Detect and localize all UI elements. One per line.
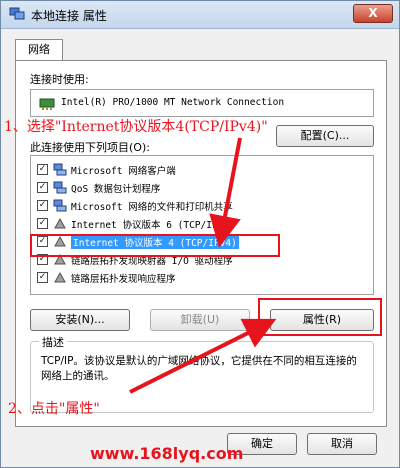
protocol-icon	[54, 271, 66, 283]
configure-button[interactable]: 配置(C)...	[276, 125, 374, 147]
file-share-icon	[53, 199, 67, 212]
list-item[interactable]: ✓ Microsoft 网络的文件和打印机共享	[37, 198, 367, 214]
checkbox[interactable]: ✓	[37, 218, 48, 229]
list-item-label: Internet 协议版本 6 (TCP/IPv6)	[71, 220, 235, 231]
qos-icon	[53, 181, 67, 194]
tab-network[interactable]: 网络	[15, 39, 63, 61]
site-watermark: www.168lyq.com	[90, 444, 244, 463]
description-text: TCP/IP。该协议是默认的广域网络协议，它提供在不同的相互连接的网络上的通讯。	[41, 355, 357, 382]
list-item-label: Microsoft 网络的文件和打印机共享	[71, 202, 233, 213]
install-button[interactable]: 安装(N)...	[30, 309, 130, 331]
window-title: 本地连接 属性	[31, 9, 107, 23]
list-item-label: 链路层拓扑发现响应程序	[71, 274, 176, 285]
highlight-ipv4-box	[30, 234, 280, 257]
list-item-label: Microsoft 网络客户端	[71, 166, 176, 177]
protocol-icon	[54, 217, 66, 229]
checkbox[interactable]: ✓	[37, 200, 48, 211]
annotation-step2: 2、点击"属性"	[8, 401, 100, 417]
connect-using-label: 连接时使用:	[30, 73, 89, 86]
network-connection-icon	[9, 7, 25, 20]
uninstall-button[interactable]: 卸载(U)	[150, 309, 250, 331]
list-item[interactable]: ✓ 链路层拓扑发现响应程序	[37, 270, 367, 286]
items-label: 此连接使用下列项目(O):	[30, 141, 150, 154]
close-button[interactable]: X	[353, 4, 393, 23]
annotation-step1: 1、选择"Internet协议版本4(TCP/IPv4)"	[4, 119, 268, 135]
network-client-icon	[53, 163, 67, 176]
highlight-properties-box	[258, 298, 382, 336]
list-item[interactable]: ✓ Microsoft 网络客户端	[37, 162, 367, 178]
components-list[interactable]: ✓ Microsoft 网络客户端 ✓ QoS 数据包计划程序 ✓ Micros…	[30, 155, 374, 295]
checkbox[interactable]: ✓	[37, 164, 48, 175]
list-item-label: QoS 数据包计划程序	[71, 184, 161, 195]
checkbox[interactable]: ✓	[37, 182, 48, 193]
adapter-name: Intel(R) PRO/1000 MT Network Connection	[61, 97, 285, 108]
cancel-button[interactable]: 取消	[307, 433, 377, 455]
checkbox[interactable]: ✓	[37, 272, 48, 283]
adapter-field: Intel(R) PRO/1000 MT Network Connection	[30, 89, 374, 117]
description-title: 描述	[39, 334, 67, 350]
list-item[interactable]: ✓ Internet 协议版本 6 (TCP/IPv6)	[37, 216, 367, 232]
title-bar[interactable]: 本地连接 属性 X	[1, 1, 399, 29]
list-item[interactable]: ✓ QoS 数据包计划程序	[37, 180, 367, 196]
network-adapter-icon	[39, 98, 55, 110]
